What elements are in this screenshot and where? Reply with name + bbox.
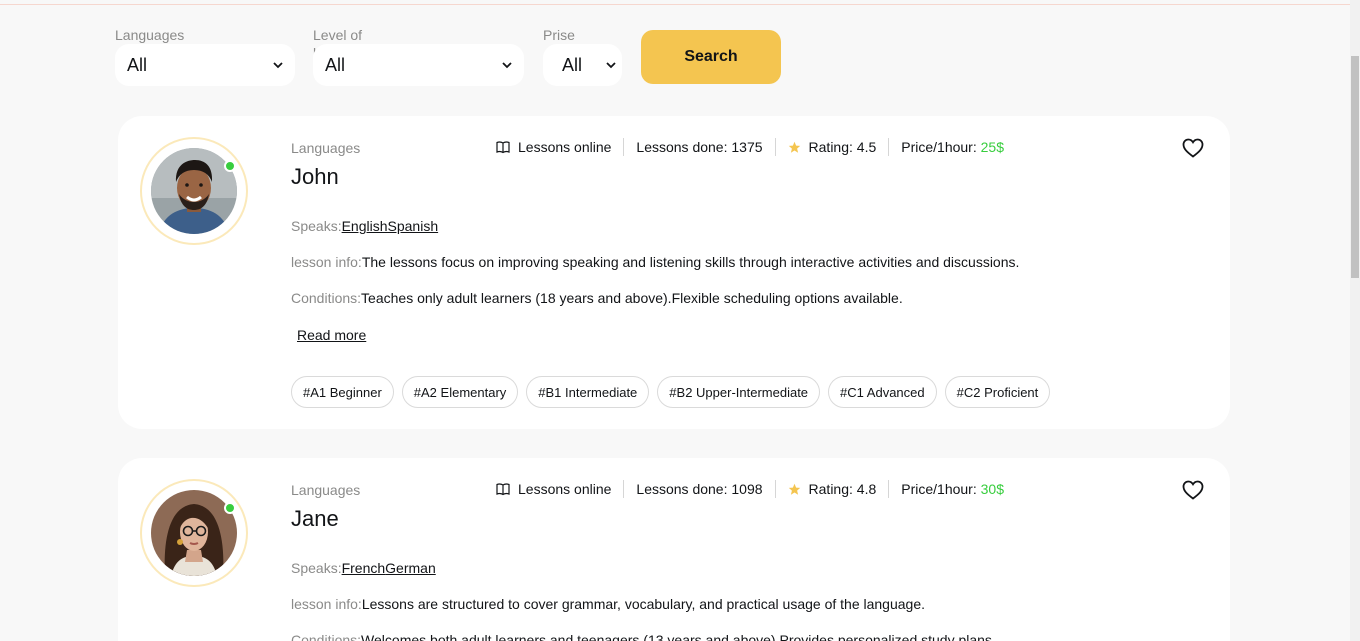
languages-filter: Languages All xyxy=(115,26,295,86)
speaks-label: Speaks: xyxy=(291,218,342,234)
speaks-row: Speaks:EnglishSpanish xyxy=(291,218,438,234)
lesson-info-row: lesson info:The lessons focus on improvi… xyxy=(291,254,1019,270)
level-filter-label: Level of knowledge xyxy=(313,27,380,61)
chevron-down-icon xyxy=(273,62,283,69)
languages-filter-label: Languages xyxy=(115,27,185,43)
conditions-label: Conditions: xyxy=(291,290,362,306)
level-tag[interactable]: #A1 Beginner xyxy=(291,376,394,408)
rating-value: 4.5 xyxy=(856,139,877,155)
conditions-row: Conditions:Teaches only adult learners (… xyxy=(291,290,903,306)
star-icon xyxy=(788,141,801,154)
header-bottom-border xyxy=(0,0,1350,5)
rating-label: Rating: xyxy=(808,481,857,497)
price-value: 30$ xyxy=(980,481,1004,497)
scrollbar-thumb[interactable] xyxy=(1351,56,1359,278)
level-tags: #A1 Beginner #A2 Elementary #B1 Intermed… xyxy=(291,376,1051,408)
favorite-heart-icon[interactable] xyxy=(1182,138,1204,163)
avatar-frame xyxy=(140,137,248,245)
book-icon xyxy=(496,140,510,154)
search-button[interactable]: Search xyxy=(641,30,781,84)
price-label: Price/1hour: xyxy=(901,481,981,497)
languages-select-value: All xyxy=(127,54,148,75)
read-more-link[interactable]: Read more xyxy=(297,327,366,343)
teacher-stats: Lessons online Lessons done: 1098 Rating… xyxy=(496,479,1016,499)
teacher-stats: Lessons online Lessons done: 1375 Rating… xyxy=(496,137,1016,157)
teacher-category: Languages xyxy=(291,140,361,156)
lessons-done-label: Lessons done: xyxy=(636,139,732,155)
level-tag[interactable]: #C1 Advanced xyxy=(828,376,937,408)
lessons-online-label: Lessons online xyxy=(518,481,612,497)
price-select[interactable]: All xyxy=(543,44,622,86)
teacher-name: John xyxy=(291,164,339,189)
languages-select[interactable]: All xyxy=(115,44,295,86)
price-stat: Price/1hour: 30$ xyxy=(889,480,1016,498)
rating-stat: Rating: 4.8 xyxy=(776,480,890,498)
teacher-card: Languages Jane Lessons online Lessons do… xyxy=(118,458,1230,641)
lessons-done-value: 1098 xyxy=(731,481,763,497)
language-link[interactable]: Spanish xyxy=(388,218,439,234)
conditions-text: Welcomes both adult learners and teenage… xyxy=(361,632,996,641)
avatar-frame xyxy=(140,479,248,587)
avatar xyxy=(151,148,237,234)
star-icon xyxy=(788,483,801,496)
price-stat: Price/1hour: 25$ xyxy=(889,138,1016,156)
language-link[interactable]: English xyxy=(342,218,388,234)
favorite-heart-icon[interactable] xyxy=(1182,480,1204,505)
lessons-done-label: Lessons done: xyxy=(636,481,732,497)
level-select-value: All xyxy=(325,54,346,75)
lesson-info-label: lesson info: xyxy=(291,596,362,612)
lessons-done-value: 1375 xyxy=(731,139,763,155)
teacher-card: Languages John Lessons online Lessons do… xyxy=(118,116,1230,429)
rating-value: 4.8 xyxy=(856,481,877,497)
lessons-online-stat: Lessons online xyxy=(496,138,625,156)
lessons-done-stat: Lessons done: 1375 xyxy=(624,138,776,156)
lessons-online-stat: Lessons online xyxy=(496,480,625,498)
conditions-label: Conditions: xyxy=(291,632,362,641)
book-icon xyxy=(496,482,510,496)
chevron-down-icon xyxy=(606,62,616,69)
language-link[interactable]: German xyxy=(385,560,436,576)
level-select[interactable]: All xyxy=(313,44,524,86)
lessons-online-label: Lessons online xyxy=(518,139,612,155)
online-status-dot xyxy=(224,502,236,514)
rating-label: Rating: xyxy=(808,139,857,155)
price-filter-label: Prise xyxy=(543,27,575,43)
price-label: Price/1hour: xyxy=(901,139,981,155)
lesson-info-label: lesson info: xyxy=(291,254,362,270)
speaks-label: Speaks: xyxy=(291,560,342,576)
level-tag[interactable]: #A2 Elementary xyxy=(401,376,519,408)
level-tag[interactable]: #B1 Intermediate xyxy=(526,376,650,408)
level-filter: Level of knowledge All xyxy=(313,26,524,86)
online-status-dot xyxy=(224,160,236,172)
teacher-category: Languages xyxy=(291,482,361,498)
rating-stat: Rating: 4.5 xyxy=(776,138,890,156)
chevron-down-icon xyxy=(502,62,512,69)
price-select-value: All xyxy=(562,54,583,75)
conditions-text: Teaches only adult learners (18 years an… xyxy=(361,290,903,306)
lesson-info-text: Lessons are structured to cover grammar,… xyxy=(361,596,925,612)
page-scrollbar[interactable] xyxy=(1350,0,1360,641)
price-value: 25$ xyxy=(980,139,1004,155)
language-link[interactable]: French xyxy=(342,560,386,576)
avatar xyxy=(151,490,237,576)
speaks-row: Speaks:FrenchGerman xyxy=(291,560,436,576)
price-filter: Prise All xyxy=(543,26,622,86)
conditions-row: Conditions:Welcomes both adult learners … xyxy=(291,632,996,641)
lesson-info-text: The lessons focus on improving speaking … xyxy=(361,254,1020,270)
teacher-name: Jane xyxy=(291,506,339,531)
lessons-done-stat: Lessons done: 1098 xyxy=(624,480,776,498)
level-tag[interactable]: #B2 Upper-Intermediate xyxy=(657,376,821,408)
level-tag[interactable]: #C2 Proficient xyxy=(944,376,1051,408)
lesson-info-row: lesson info:Lessons are structured to co… xyxy=(291,596,925,612)
